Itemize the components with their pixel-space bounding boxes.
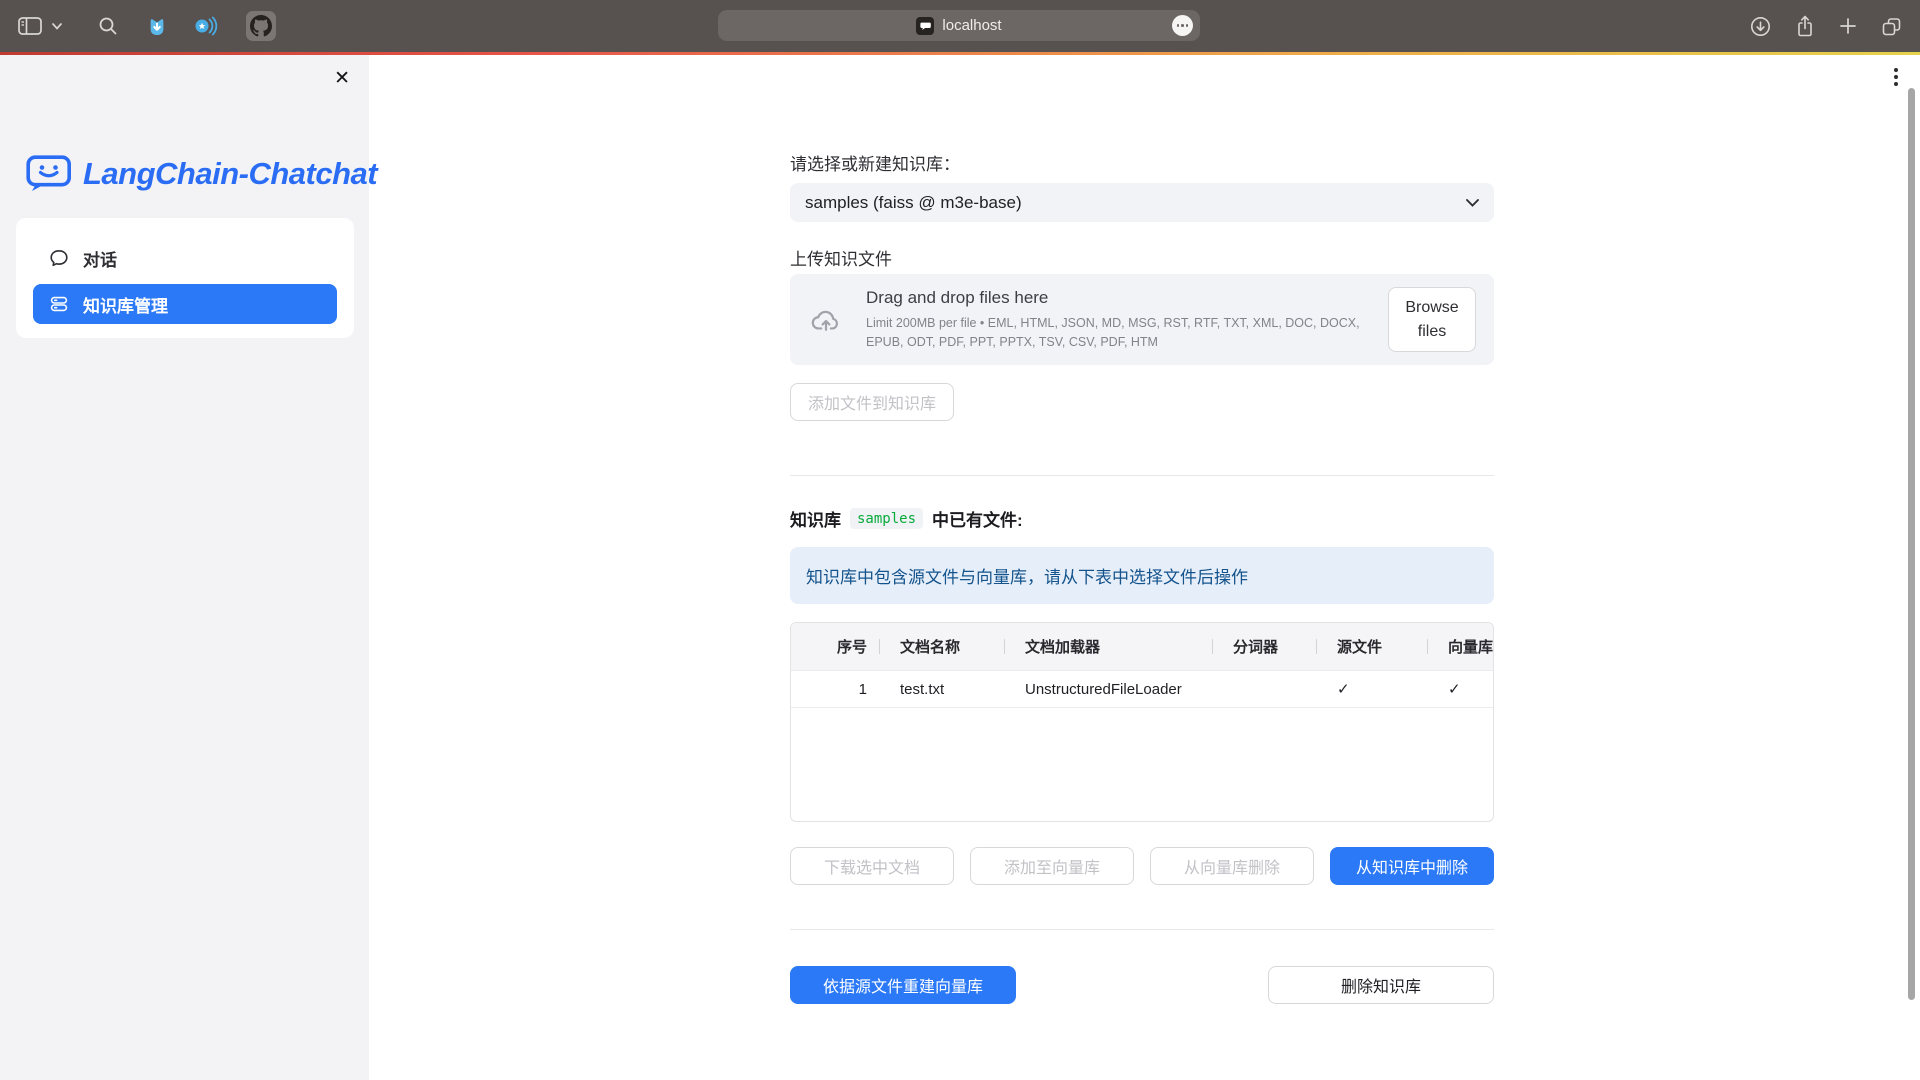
cell-index: 1 [791, 671, 879, 707]
cell-splitter [1212, 671, 1316, 707]
share-icon[interactable] [1795, 15, 1815, 37]
kb-select-value: samples (faiss @ m3e-base) [805, 193, 1022, 213]
dropzone-text: Drag and drop files here Limit 200MB per… [866, 288, 1364, 352]
logo-text: LangChain-Chatchat [83, 156, 377, 192]
kb-heading-prefix: 知识库 [790, 506, 841, 531]
cloud-upload-icon [810, 307, 842, 333]
page-content: 请选择或新建知识库： samples (faiss @ m3e-base) 上传… [790, 150, 1494, 1004]
add-files-to-kb-button[interactable]: 添加文件到知识库 [790, 383, 954, 421]
divider [790, 475, 1494, 476]
search-icon[interactable] [98, 16, 118, 36]
database-icon [49, 294, 69, 314]
main-area: 请选择或新建知识库： samples (faiss @ m3e-base) 上传… [369, 55, 1920, 1080]
dropzone-hint: Limit 200MB per file • EML, HTML, JSON, … [866, 314, 1364, 352]
col-header-vector-store: 向量库 [1427, 623, 1493, 670]
downloads-icon[interactable] [1750, 16, 1771, 37]
cell-doc-name: test.txt [879, 671, 1004, 707]
site-favicon-icon [916, 17, 934, 35]
col-header-doc-name: 文档名称 [879, 623, 1004, 670]
streamlit-decoration-bar [0, 52, 1920, 55]
cell-vector-store-check: ✓ [1427, 671, 1493, 707]
chat-bubble-icon [49, 248, 69, 268]
info-banner: 知识库中包含源文件与向量库，请从下表中选择文件后操作 [790, 547, 1494, 604]
url-bar[interactable]: localhost [718, 10, 1200, 41]
col-header-index: 序号 [791, 623, 879, 670]
new-tab-icon[interactable] [1839, 17, 1857, 35]
cat-catch-extension-icon[interactable] [146, 15, 168, 37]
dropzone-title: Drag and drop files here [866, 288, 1364, 308]
divider [790, 929, 1494, 930]
cell-source-file-check: ✓ [1316, 671, 1427, 707]
sidebar-chevron-down-icon[interactable] [52, 23, 62, 30]
chevron-down-icon [1466, 199, 1479, 207]
vertical-scrollbar[interactable] [1908, 88, 1915, 1000]
kb-select[interactable]: samples (faiss @ m3e-base) [790, 183, 1494, 222]
logo-chat-bubble-icon [26, 155, 72, 193]
delete-kb-button[interactable]: 删除知识库 [1268, 966, 1494, 1004]
browser-toolbar: localhost [0, 0, 1920, 52]
app-logo: LangChain-Chatchat [26, 155, 377, 193]
circles-extension-icon[interactable] [194, 15, 218, 37]
col-header-source-file: 源文件 [1316, 623, 1427, 670]
kb-name-code: samples [850, 508, 923, 529]
upload-label: 上传知识文件 [790, 245, 1494, 270]
tab-overview-icon[interactable] [1881, 16, 1902, 37]
kb-heading-suffix: 中已有文件: [932, 506, 1023, 531]
table-header-row: 序号 文档名称 文档加载器 分词器 源文件 向量库 [791, 623, 1493, 670]
sidebar-toggle-icon[interactable] [18, 17, 42, 35]
url-text: localhost [942, 17, 1001, 34]
delete-from-vector-store-button[interactable]: 从向量库删除 [1150, 847, 1314, 885]
col-header-loader: 文档加载器 [1004, 623, 1212, 670]
download-selected-button[interactable]: 下载选中文档 [790, 847, 954, 885]
col-header-splitter: 分词器 [1212, 623, 1316, 670]
table-actions: 下载选中文档 添加至向量库 从向量库删除 从知识库中删除 [790, 847, 1494, 885]
browse-files-button[interactable]: Browse files [1388, 287, 1476, 351]
github-extension-icon[interactable] [246, 11, 276, 41]
table-row[interactable]: 1 test.txt UnstructuredFileLoader ✓ ✓ [791, 670, 1493, 708]
app-menu-kebab-icon[interactable] [1892, 66, 1900, 88]
rebuild-vector-store-button[interactable]: 依据源文件重建向量库 [790, 966, 1016, 1004]
page-options-icon[interactable] [1172, 15, 1193, 36]
sidebar-close-icon[interactable]: ✕ [330, 65, 354, 92]
sidebar-item-knowledge-base[interactable]: 知识库管理 [33, 284, 337, 324]
sidebar-nav: 对话 知识库管理 [16, 218, 354, 338]
sidebar-item-label: 对话 [83, 246, 117, 271]
sidebar-item-label: 知识库管理 [83, 292, 168, 317]
kb-footer-actions: 依据源文件重建向量库 删除知识库 [790, 966, 1494, 1004]
delete-from-kb-button[interactable]: 从知识库中删除 [1330, 847, 1494, 885]
file-dropzone[interactable]: Drag and drop files here Limit 200MB per… [790, 274, 1494, 365]
sidebar-item-dialogue[interactable]: 对话 [33, 238, 337, 278]
kb-files-table: 序号 文档名称 文档加载器 分词器 源文件 向量库 1 test.txt Uns… [790, 622, 1494, 822]
kb-select-label: 请选择或新建知识库： [790, 150, 1494, 175]
app-sidebar: ✕ LangChain-Chatchat 对话 [0, 55, 369, 1080]
add-to-vector-store-button[interactable]: 添加至向量库 [970, 847, 1134, 885]
cell-loader: UnstructuredFileLoader [1004, 671, 1212, 707]
kb-files-heading: 知识库 samples 中已有文件: [790, 506, 1494, 531]
